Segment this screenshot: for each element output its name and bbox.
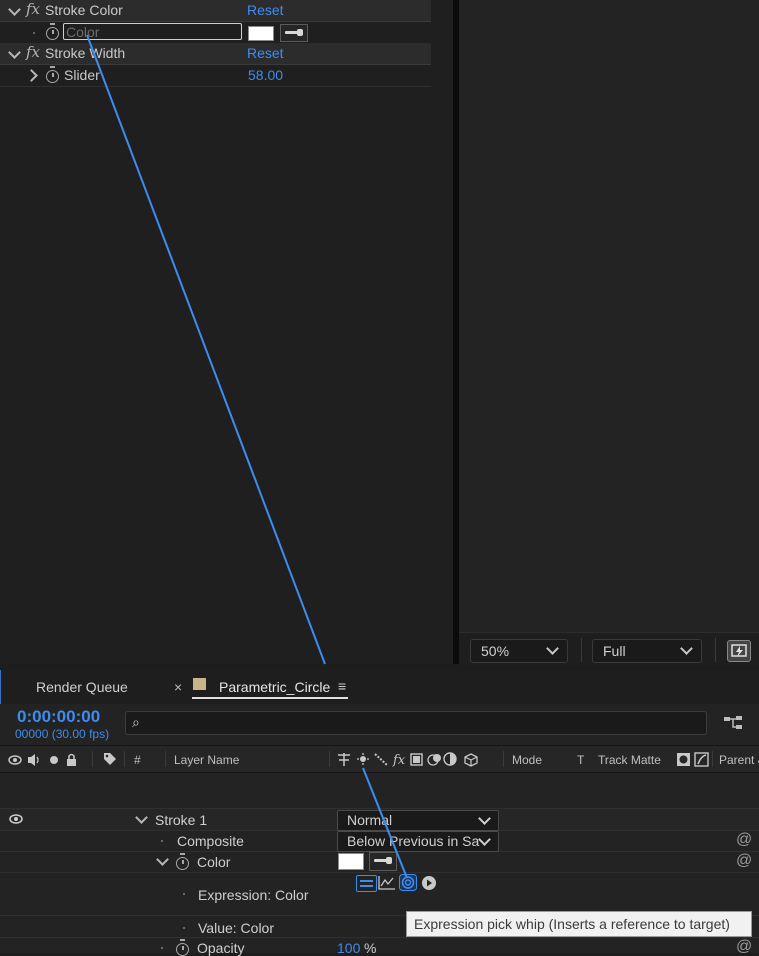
resolution-value: Full: [603, 643, 626, 659]
tab-menu-icon[interactable]: ≡: [338, 678, 346, 694]
color-swatch[interactable]: [248, 26, 274, 41]
composite-dropdown[interactable]: Below Previous in Sa: [337, 831, 499, 852]
expression-spiral-icon[interactable]: @: [736, 938, 752, 956]
tab-parametric-circle[interactable]: Parametric_Circle: [219, 679, 330, 695]
frame-info: 00000 (30.00 fps): [15, 727, 110, 741]
blend-mode-value: Normal: [347, 812, 393, 828]
current-timecode[interactable]: 0:00:00:00: [17, 707, 100, 727]
eyedropper-icon[interactable]: [369, 852, 397, 871]
slider-value[interactable]: 58.00: [248, 67, 283, 83]
chevron-down-icon[interactable]: [135, 811, 148, 824]
opacity-unit: %: [364, 940, 377, 956]
timeline-column-header: # Layer Name fx Mode T Track Matte Paren…: [0, 745, 759, 773]
pick-whip-icon[interactable]: [399, 874, 417, 891]
stroke-color-reset-link[interactable]: Reset: [247, 2, 284, 18]
expression-graph-icon[interactable]: [378, 875, 396, 890]
fx-icon[interactable]: fx: [26, 43, 40, 61]
column-mode[interactable]: Mode: [512, 753, 542, 767]
slider-property-row: Slider 58.00: [0, 65, 431, 87]
opacity-row: Opacity 100 % @: [0, 938, 759, 956]
composition-flowchart-icon[interactable]: [722, 714, 746, 732]
chevron-down-icon[interactable]: [8, 3, 21, 16]
stopwatch-icon[interactable]: [176, 853, 189, 870]
chevron-down-icon: [546, 642, 559, 655]
stroke1-row[interactable]: Stroke 1 Normal: [0, 808, 759, 831]
tooltip-text: Expression pick whip (Inserts a referenc…: [414, 916, 730, 932]
layer-switches-icons[interactable]: fx: [336, 752, 486, 767]
column-track-matte[interactable]: Track Matte: [598, 753, 661, 767]
zoom-dropdown[interactable]: 50%: [470, 639, 568, 663]
color-swatch[interactable]: [338, 853, 364, 870]
stroke-color-effect-row[interactable]: fx Stroke Color Reset: [0, 0, 431, 22]
svg-text:fx: fx: [392, 753, 406, 767]
timeline-tab-bar: Render Queue × Parametric_Circle ≡: [0, 670, 759, 704]
column-layer-name[interactable]: Layer Name: [174, 753, 239, 767]
slider-label: Slider: [64, 67, 100, 83]
layer-search-input[interactable]: ⌕: [125, 711, 707, 735]
stroke-width-effect-row[interactable]: fx Stroke Width Reset: [0, 43, 431, 65]
enable-expression-icon[interactable]: [356, 875, 377, 892]
composition-icon: [193, 678, 206, 690]
expression-spiral-icon[interactable]: @: [736, 831, 752, 849]
label-tag-icon[interactable]: [103, 752, 117, 766]
effect-controls-panel: fx Stroke Color Reset Color fx Stroke Wi…: [0, 0, 453, 664]
search-icon: ⌕: [132, 714, 140, 730]
composite-label: Composite: [177, 833, 244, 849]
column-number: #: [134, 753, 141, 767]
resolution-dropdown[interactable]: Full: [592, 639, 702, 663]
fast-previews-icon[interactable]: [727, 640, 751, 662]
chevron-down-icon: [478, 833, 491, 846]
opacity-label: Opacity: [197, 940, 245, 956]
stroke1-label: Stroke 1: [155, 812, 208, 828]
column-t: T: [577, 753, 585, 767]
value-color-label: Value: Color: [198, 920, 275, 936]
divider: [715, 638, 716, 662]
color-label: Color: [197, 854, 231, 870]
matte-icons: [677, 752, 709, 767]
zoom-value: 50%: [481, 643, 510, 659]
expression-language-menu-icon[interactable]: [421, 875, 437, 891]
stroke-color-label: Stroke Color: [45, 2, 123, 18]
stopwatch-icon[interactable]: [46, 23, 59, 40]
active-tab-indicator: [192, 697, 348, 699]
stroke-width-reset-link[interactable]: Reset: [247, 45, 284, 61]
stopwatch-icon[interactable]: [46, 66, 59, 83]
color-property-label: Color: [66, 24, 100, 40]
composite-value: Below Previous in Sa: [347, 833, 480, 849]
blend-mode-dropdown[interactable]: Normal: [337, 810, 499, 831]
opacity-value[interactable]: 100: [337, 940, 360, 956]
tree-dot: [33, 32, 35, 34]
pick-whip-tooltip: Expression pick whip (Inserts a referenc…: [406, 911, 752, 937]
chevron-right-icon[interactable]: [25, 69, 38, 82]
color-row: Color @: [0, 851, 759, 873]
composite-row: Composite Below Previous in Sa @: [0, 830, 759, 852]
column-parent[interactable]: Parent &: [719, 753, 759, 767]
visibility-eye-icon[interactable]: [9, 814, 23, 824]
chevron-down-icon: [478, 812, 491, 825]
expression-spiral-icon[interactable]: @: [736, 852, 752, 870]
expression-label: Expression: Color: [198, 887, 309, 903]
tab-render-queue[interactable]: Render Queue: [36, 679, 128, 695]
divider: [581, 638, 582, 662]
chevron-down-icon: [680, 642, 693, 655]
chevron-down-icon[interactable]: [156, 853, 169, 866]
color-property-row: Color: [0, 22, 431, 44]
composition-viewer: 50% Full: [459, 0, 759, 665]
stopwatch-icon[interactable]: [176, 939, 189, 956]
chevron-down-icon[interactable]: [8, 46, 21, 59]
stroke-width-label: Stroke Width: [45, 45, 126, 61]
eyedropper-icon[interactable]: [280, 24, 308, 42]
expression-row: Expression: Color: [0, 873, 759, 916]
av-feature-icons[interactable]: [8, 753, 78, 767]
close-tab-icon[interactable]: ×: [174, 679, 182, 695]
fx-icon[interactable]: fx: [26, 0, 40, 18]
